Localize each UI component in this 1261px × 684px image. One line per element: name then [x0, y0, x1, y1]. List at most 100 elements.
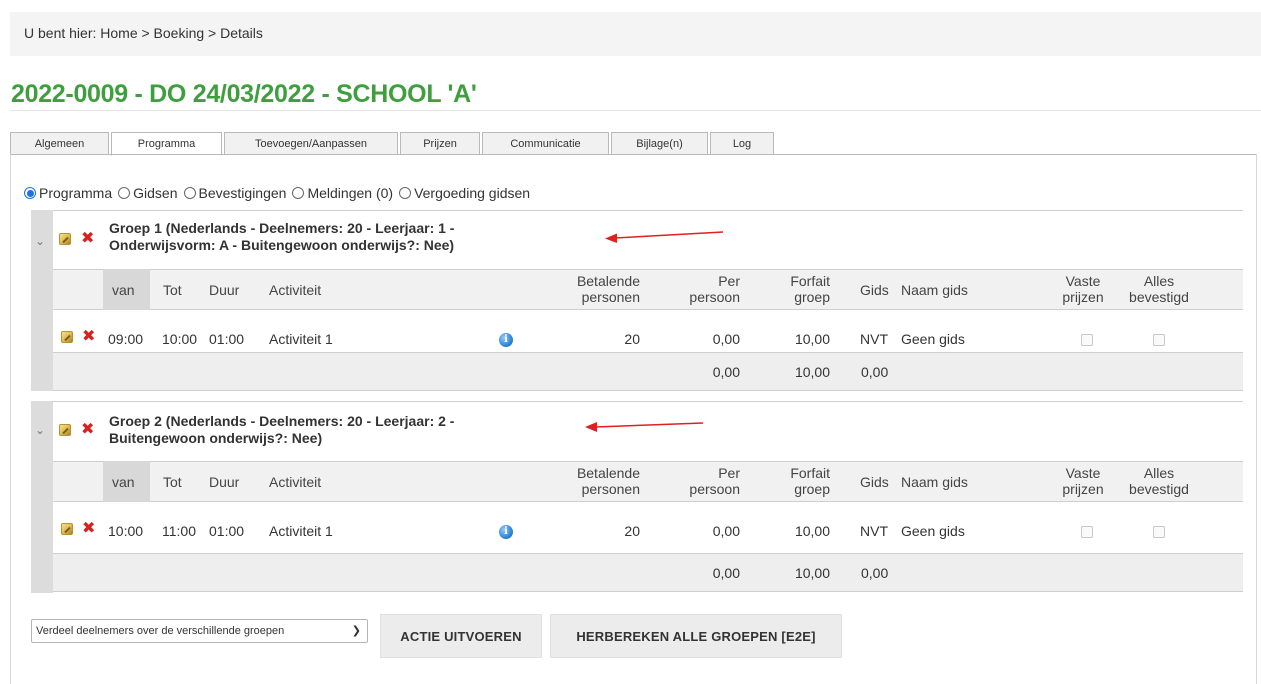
tab-programma[interactable]: Programma [111, 132, 222, 156]
option-label: Programma [39, 185, 113, 201]
delete-icon[interactable]: ✖ [82, 329, 95, 345]
radio-button[interactable] [24, 187, 36, 199]
group-title-line: Buitengewoon onderwijs?: Nee) [109, 430, 323, 446]
col-label: bevestigd [1129, 289, 1189, 305]
col-per-persoon[interactable]: Per persoon [653, 465, 740, 497]
cell-duur: 01:00 [209, 523, 245, 539]
col-label: Vaste [1065, 273, 1101, 289]
col-tot[interactable]: Tot [163, 474, 182, 490]
red-arrow-icon [585, 422, 704, 432]
edit-icon[interactable] [59, 233, 71, 245]
option-label: Gidsen [133, 185, 178, 201]
tab-prijzen[interactable]: Prijzen [400, 132, 480, 155]
edit-icon[interactable] [59, 424, 71, 436]
cell-betalende: 20 [624, 331, 640, 347]
col-betalende-personen[interactable]: Betalende personen [533, 465, 640, 497]
group-title: Groep 2 (Nederlands - Deelnemers: 20 - L… [109, 413, 454, 447]
red-arrow-icon [605, 231, 724, 243]
col-gids[interactable]: Gids [860, 282, 889, 298]
info-icon[interactable]: i [499, 525, 513, 539]
group-title-line: Onderwijsvorm: A - Buitengewoon onderwij… [109, 237, 455, 253]
col-duur[interactable]: Duur [209, 474, 239, 490]
option-label: Bevestigingen [198, 185, 287, 201]
group-title: Groep 1 (Nederlands - Deelnemers: 20 - L… [109, 220, 454, 254]
total-gids: 0,00 [861, 565, 889, 581]
cell-per-persoon: 0,00 [712, 523, 740, 539]
col-label: prijzen [1062, 289, 1104, 305]
tab-bar: Algemeen Programma Toevoegen/Aanpassen P… [10, 132, 776, 156]
col-vaste-prijzen[interactable]: Vaste prijzen [1053, 273, 1113, 305]
col-duur[interactable]: Duur [209, 282, 239, 298]
col-naam-gids[interactable]: Naam gids [901, 282, 968, 298]
cell-gids: NVT [860, 523, 888, 539]
delete-icon[interactable]: ✖ [81, 231, 94, 247]
col-forfait-groep[interactable]: Forfait groep [753, 465, 830, 497]
col-van[interactable]: van [112, 474, 135, 490]
radio-button[interactable] [399, 187, 412, 199]
run-action-button[interactable]: ACTIE UITVOEREN [380, 614, 542, 658]
tab-log[interactable]: Log [710, 132, 774, 155]
alles-bevestigd-checkbox[interactable] [1153, 526, 1165, 538]
col-activiteit[interactable]: Activiteit [269, 282, 321, 298]
group-title-line: Groep 1 (Nederlands - Deelnemers: 20 - L… [109, 220, 455, 236]
recalculate-groups-button[interactable]: HERBEREKEN ALLE GROEPEN [E2E] [550, 614, 842, 658]
title-divider [10, 110, 1261, 111]
option-gidsen[interactable]: Gidsen [118, 185, 178, 201]
col-betalende-personen[interactable]: Betalende personen [533, 273, 640, 305]
cell-tot: 10:00 [162, 331, 198, 347]
option-vergoeding-gidsen[interactable]: Vergoeding gidsen [399, 185, 530, 201]
total-gids: 0,00 [861, 364, 889, 380]
col-activiteit[interactable]: Activiteit [269, 474, 321, 490]
vaste-prijzen-checkbox[interactable] [1081, 334, 1093, 346]
delete-icon[interactable]: ✖ [81, 422, 94, 438]
tab-communicatie[interactable]: Communicatie [482, 132, 609, 155]
col-label: prijzen [1062, 481, 1104, 497]
option-bevestigingen[interactable]: Bevestigingen [183, 185, 287, 201]
tab-algemeen[interactable]: Algemeen [10, 132, 109, 155]
option-meldingen[interactable]: Meldingen (0) [292, 185, 393, 201]
radio-button[interactable] [292, 187, 305, 199]
radio-button[interactable] [183, 187, 196, 199]
info-icon[interactable]: i [499, 333, 513, 347]
group-action-select[interactable]: Verdeel deelnemers over de verschillende… [31, 619, 368, 643]
col-label: bevestigd [1129, 481, 1189, 497]
col-tot[interactable]: Tot [163, 282, 182, 298]
col-label: Alles [1143, 273, 1175, 289]
col-van[interactable]: van [112, 282, 135, 298]
col-vaste-prijzen[interactable]: Vaste prijzen [1053, 465, 1113, 497]
total-per-persoon: 0,00 [712, 565, 740, 581]
col-alles-bevestigd[interactable]: Alles bevestigd [1119, 273, 1199, 305]
col-label: Alles [1143, 465, 1175, 481]
group-panel: ⌄ ✖ Groep 1 (Nederlands - Deelnemers: 20… [31, 210, 1243, 391]
col-alles-bevestigd[interactable]: Alles bevestigd [1119, 465, 1199, 497]
group-panel: ⌄ ✖ Groep 2 (Nederlands - Deelnemers: 20… [31, 401, 1243, 593]
col-label: Vaste [1065, 465, 1101, 481]
edit-icon[interactable] [61, 331, 73, 343]
col-forfait-groep[interactable]: Forfait groep [753, 273, 830, 305]
cell-tot: 11:00 [162, 523, 196, 539]
chevron-down-icon[interactable]: ⌄ [35, 423, 45, 437]
radio-button[interactable] [118, 187, 131, 199]
tab-bijlagen[interactable]: Bijlage(n) [611, 132, 708, 155]
tab-toevoegen-aanpassen[interactable]: Toevoegen/Aanpassen [224, 132, 398, 155]
group-header: ✖ Groep 1 (Nederlands - Deelnemers: 20 -… [53, 210, 1243, 270]
cell-forfait: 10,00 [794, 331, 830, 347]
alles-bevestigd-checkbox[interactable] [1153, 334, 1165, 346]
option-programma[interactable]: Programma [24, 185, 112, 201]
cell-gids: NVT [860, 331, 888, 347]
col-label: Per [718, 465, 740, 481]
col-per-persoon[interactable]: Per persoon [653, 273, 740, 305]
totals-row: 0,00 10,00 0,00 [53, 553, 1243, 592]
cell-activiteit: Activiteit 1 [269, 523, 333, 539]
chevron-down-icon[interactable]: ⌄ [35, 234, 45, 248]
vaste-prijzen-checkbox[interactable] [1081, 526, 1093, 538]
view-options: Programma Gidsen Bevestigingen Meldingen… [24, 185, 536, 201]
delete-icon[interactable]: ✖ [82, 521, 95, 537]
col-gids[interactable]: Gids [860, 474, 889, 490]
option-label: Vergoeding gidsen [414, 185, 531, 201]
content-border-left [10, 154, 11, 684]
total-per-persoon: 0,00 [712, 364, 740, 380]
edit-icon[interactable] [61, 523, 73, 535]
col-naam-gids[interactable]: Naam gids [901, 474, 968, 490]
col-label: personen [581, 481, 640, 497]
